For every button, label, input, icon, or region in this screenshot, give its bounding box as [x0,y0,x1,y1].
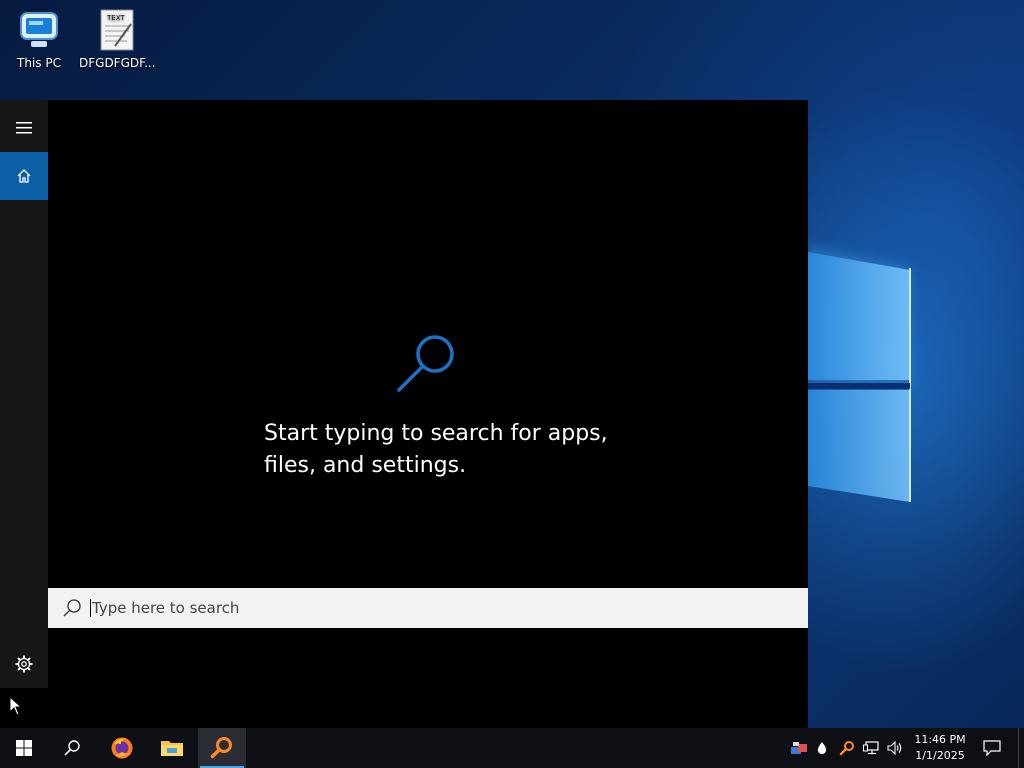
search-box[interactable] [48,588,808,628]
home-button[interactable] [0,152,48,200]
file-badge: TEXT [106,14,125,22]
desktop-icon-text-file[interactable]: TEXT DFGDFGDF... [79,2,156,70]
tray-volume[interactable] [884,728,906,768]
tray-network[interactable] [860,728,882,768]
taskbar-search-button[interactable] [48,728,96,768]
desktop-icon-label: DFGDFGDF... [79,56,156,70]
mouse-cursor [9,696,23,716]
search-hint-text: Start typing to search for apps, files, … [264,421,608,478]
hamburger-icon [16,122,32,134]
computer-icon [17,8,61,52]
desktop-icon-this-pc[interactable]: This PC [1,2,77,70]
search-icon [64,740,80,756]
tray-drop[interactable] [812,728,832,768]
orange-search-icon [210,737,232,759]
search-input[interactable] [92,599,692,617]
search-box-icon [63,599,81,617]
taskbar-firefox[interactable] [98,728,146,768]
search-icon [397,335,454,392]
tray-search-app[interactable] [836,728,858,768]
notification-icon [983,740,1001,756]
firefox-icon [111,737,133,759]
menu-button[interactable] [0,104,48,152]
orange-search-icon [839,741,854,756]
taskbar-clock[interactable]: 11:46 PM 1/1/2025 [906,728,974,768]
show-desktop-button[interactable] [1018,728,1024,768]
home-icon [17,169,31,183]
desktop-icon-label: This PC [17,56,61,70]
water-drop-icon [817,742,827,754]
volume-icon [887,741,902,755]
text-file-icon: TEXT [95,8,139,52]
network-icon [863,741,879,755]
action-center-button[interactable] [976,728,1008,768]
windows-logo-icon [16,740,32,756]
clock-date: 1/1/2025 [915,749,965,762]
tray-people-network[interactable] [788,728,810,768]
settings-button[interactable] [0,640,48,688]
start-search-panel: Start typing to search for apps, files, … [0,100,808,728]
folder-icon [161,741,183,756]
taskbar: 11:46 PM 1/1/2025 [0,728,1024,768]
text-caret [90,599,91,617]
start-rail [0,100,48,688]
clock-time: 11:46 PM [914,733,966,746]
taskbar-search-app[interactable] [198,728,246,768]
network-people-icon [791,742,807,754]
gear-icon [15,655,33,673]
start-button[interactable] [0,728,48,768]
taskbar-file-explorer[interactable] [148,728,196,768]
